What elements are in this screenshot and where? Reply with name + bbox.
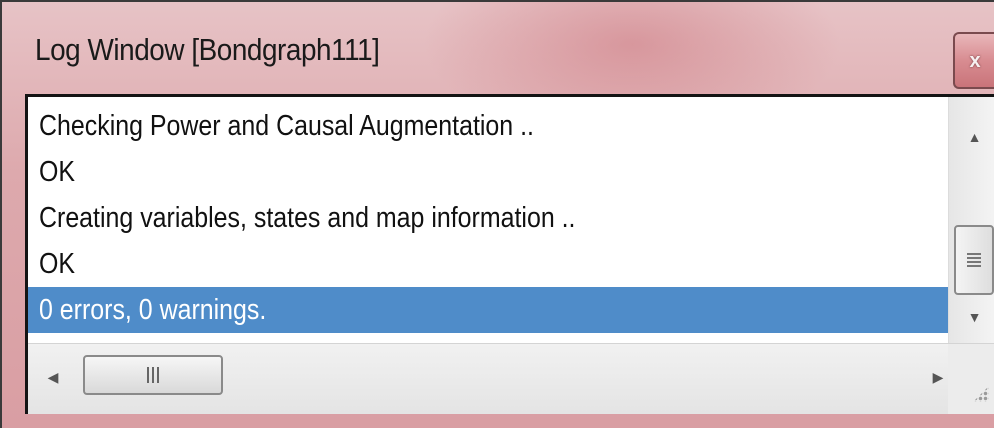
- log-line[interactable]: OK: [28, 149, 948, 195]
- log-window: Log Window [Bondgraph111] x Checking Pow…: [0, 0, 994, 428]
- vertical-scroll-thumb[interactable]: [954, 225, 994, 295]
- log-line[interactable]: Creating variables, states and map infor…: [28, 195, 948, 241]
- log-line[interactable]: OK: [28, 241, 948, 287]
- horizontal-scrollbar[interactable]: ◀ ▶: [28, 343, 948, 414]
- vertical-scrollbar[interactable]: ▲ ▼: [948, 97, 994, 343]
- arrow-down-icon: ▼: [967, 309, 982, 325]
- window-title: Log Window [Bondgraph111]: [35, 32, 380, 67]
- close-icon: x: [969, 49, 981, 72]
- log-list[interactable]: Checking Power and Causal Augmentation .…: [28, 97, 948, 343]
- arrow-left-icon: ◀: [47, 368, 59, 385]
- arrow-up-icon: ▲: [967, 129, 982, 145]
- log-panel: Checking Power and Causal Augmentation .…: [25, 94, 994, 414]
- resize-grip-icon[interactable]: [948, 343, 994, 414]
- log-line[interactable]: Checking Power and Causal Augmentation .…: [28, 103, 948, 149]
- arrow-right-icon: ▶: [932, 368, 944, 385]
- grip-icon: [147, 367, 159, 383]
- title-bar[interactable]: Log Window [Bondgraph111] x: [2, 2, 994, 94]
- log-line-selected[interactable]: 0 errors, 0 warnings.: [28, 287, 948, 333]
- scroll-left-button[interactable]: ◀: [38, 362, 68, 392]
- close-button[interactable]: x: [953, 32, 994, 89]
- horizontal-scroll-thumb[interactable]: [83, 355, 223, 395]
- scroll-down-button[interactable]: ▼: [949, 297, 994, 337]
- scroll-up-button[interactable]: ▲: [949, 117, 994, 157]
- grip-icon: [967, 253, 981, 267]
